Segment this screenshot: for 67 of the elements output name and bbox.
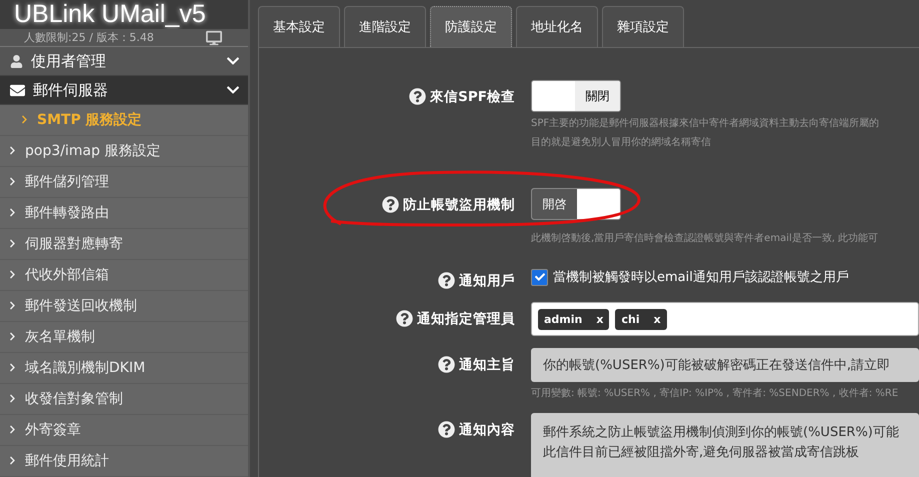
- tag-input-field[interactable]: admin x chi x: [531, 302, 919, 336]
- tag-label: chi: [621, 312, 640, 326]
- sidebar-item[interactable]: 伺服器對應轉寄: [0, 228, 248, 260]
- sidebar-item[interactable]: 灰名單機制: [0, 322, 248, 353]
- sidebar-group[interactable]: 郵件伺服器: [0, 76, 248, 105]
- toggle-switch[interactable]: 關閉: [531, 80, 621, 112]
- chevron-icon: [8, 363, 17, 372]
- chevron-icon: [8, 425, 17, 434]
- chevron-icon: [8, 394, 17, 404]
- field-label: 通知內容: [459, 421, 515, 439]
- sidebar-item[interactable]: 代收外部信箱: [0, 260, 248, 291]
- tab[interactable]: 基本設定: [258, 6, 340, 47]
- tag-label: admin: [544, 312, 582, 326]
- field-label: 來信SPF檢查: [430, 88, 515, 106]
- user-icon: [10, 54, 23, 68]
- chevron-icon: [8, 146, 17, 156]
- help-icon: [438, 356, 455, 373]
- help-icon: [382, 196, 399, 213]
- chevron-icon: [8, 301, 17, 310]
- sidebar-item[interactable]: 收發信對象管制: [0, 384, 248, 415]
- check-icon: [534, 272, 544, 282]
- help-text: 目的就是避免別人冒用你的網域名稱寄信: [531, 136, 712, 150]
- content-textarea[interactable]: 郵件系統之防止帳號盜用機制偵測到你的帳號(%USER%)可能 此信件目前已經被阻擋外寄,避免伺服器被當成寄信跳板: [531, 413, 919, 477]
- help-text: 此機制啓動後,當用戶寄信時會檢查認證帳號與寄件者email是否一致, 此功能可: [531, 232, 880, 246]
- tab[interactable]: 防護設定: [430, 6, 512, 47]
- help-icon: [438, 272, 455, 289]
- help-text: 可用變數: 帳號: %USER% , 寄信IP: %IP% , 寄件者: %SENDER% , 收件者: %RE: [531, 386, 900, 401]
- tag-remove-button[interactable]: x: [596, 312, 604, 326]
- textarea-line: 郵件系統之防止帳號盜用機制偵測到你的帳號(%USER%)可能: [543, 424, 900, 442]
- toggle-label: 開啓: [532, 189, 577, 219]
- chevron-icon: [8, 239, 17, 248]
- checkbox-label: 當機制被觸發時以email通知用戶該認證帳號之用戶: [553, 269, 849, 286]
- help-icon: [396, 310, 413, 327]
- help-text: SPF主要的功能是郵件伺服器根據來信中寄件者網域資料主動去向寄信端所屬的: [531, 116, 880, 131]
- app-title: UBLink UMail_v5: [14, 0, 206, 29]
- sidebar-item[interactable]: 外寄簽章: [0, 414, 248, 446]
- subject-input-field[interactable]: 你的帳號(%USER%)可能被破解密碼正在發送信件中,請立即: [531, 348, 919, 382]
- chevron-icon: [8, 270, 17, 280]
- field-label: 通知用戶: [459, 272, 515, 290]
- version-info: 人數限制:25 / 版本：5.48: [24, 30, 154, 46]
- mail-icon: [10, 82, 25, 98]
- sidebar-group[interactable]: 使用者管理: [0, 47, 248, 76]
- sidebar-item[interactable]: 郵件發送回收機制: [0, 290, 248, 322]
- field-label: 通知主旨: [459, 356, 515, 374]
- sidebar-item[interactable]: 域名識別機制DKIM: [0, 352, 248, 384]
- tab[interactable]: 雜項設定: [602, 6, 684, 47]
- tag-remove-button[interactable]: x: [654, 312, 661, 326]
- monitor-icon[interactable]: [206, 30, 222, 46]
- help-icon: [409, 88, 426, 105]
- chevron-icon: [8, 332, 17, 342]
- tab[interactable]: 地址化名: [516, 6, 598, 47]
- sidebar-item[interactable]: 郵件轉發路由: [0, 198, 248, 229]
- sidebar-item[interactable]: 郵件儲列管理: [0, 166, 248, 198]
- chevron-icon: [8, 456, 17, 466]
- tab[interactable]: 進階設定: [344, 6, 426, 47]
- field-label: 防止帳號盜用機制: [403, 196, 515, 214]
- help-icon: [438, 421, 455, 438]
- sidebar-item[interactable]: pop3/imap 服務設定: [0, 136, 248, 167]
- textarea-line: 此信件目前已經被阻擋外寄,避免伺服器被當成寄信跳板: [543, 444, 860, 462]
- chevron-icon: [20, 115, 29, 124]
- chevron-icon: [8, 177, 17, 186]
- checkbox[interactable]: [531, 268, 548, 286]
- toggle-switch[interactable]: 開啓: [531, 188, 621, 220]
- sidebar-item[interactable]: 郵件使用統計: [0, 446, 248, 477]
- toggle-label: 關閉: [575, 81, 620, 111]
- chevron-icon: [8, 208, 17, 218]
- field-label: 通知指定管理員: [417, 310, 515, 328]
